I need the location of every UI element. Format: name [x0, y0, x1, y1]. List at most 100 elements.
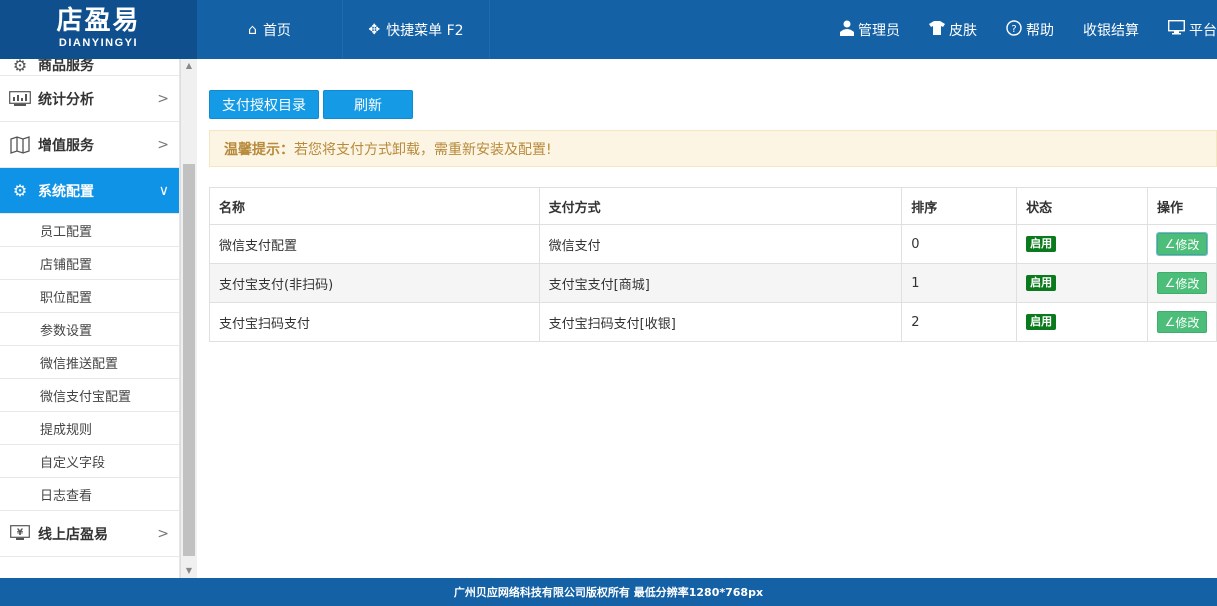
- logo[interactable]: 店盈易 DIANYINGYI: [0, 0, 197, 59]
- chevron-right-icon: >: [157, 90, 169, 107]
- nav-home-label: 首页: [262, 22, 291, 39]
- col-header-name: 名称: [209, 187, 540, 225]
- nav-checkout-label: 收银结算: [1083, 22, 1139, 39]
- sidebar-group-goods[interactable]: ⚙ 商品服务: [0, 59, 179, 76]
- col-header-method: 支付方式: [538, 187, 903, 225]
- nav-quick-menu[interactable]: ✥ 快捷菜单 F2: [343, 0, 490, 59]
- edit-button[interactable]: ∠ 修改: [1156, 311, 1207, 333]
- sidebar-item-wechat-push[interactable]: 微信推送配置: [0, 346, 179, 379]
- refresh-button[interactable]: 刷新: [323, 90, 413, 119]
- table-row: 支付宝支付(非扫码) 支付宝支付[商城] 1 启用 ∠ 修改: [209, 263, 1217, 303]
- edit-icon: ∠: [1164, 315, 1176, 329]
- tip-title: 温馨提示：: [224, 141, 294, 158]
- table-row: 支付宝扫码支付 支付宝扫码支付[收银] 2 启用 ∠ 修改: [209, 302, 1217, 342]
- tip-banner: 温馨提示： 若您将支付方式卸载，需重新安装及配置!: [209, 130, 1217, 167]
- nav-home[interactable]: ⌂ 首页: [197, 0, 343, 59]
- cell-order: 0: [901, 224, 1018, 264]
- sidebar-group-label: 线上店盈易: [38, 526, 108, 543]
- status-badge: 启用: [1026, 236, 1057, 252]
- scroll-up-icon[interactable]: ▲: [181, 59, 197, 73]
- nav-platform-label: 平台: [1189, 22, 1217, 39]
- col-header-status: 状态: [1016, 187, 1148, 225]
- shirt-icon: [929, 20, 945, 39]
- nav-admin[interactable]: 管理员: [840, 20, 900, 40]
- cell-method: 支付宝扫码支付[收银]: [538, 302, 903, 342]
- sidebar-item-custom-fields[interactable]: 自定义字段: [0, 445, 179, 478]
- sidebar-scrollbar[interactable]: ▲ ▼: [180, 59, 197, 578]
- sidebar-item-wechat-alipay[interactable]: 微信支付宝配置: [0, 379, 179, 412]
- sidebar: ⚙ 商品服务 统计分析 > 增值服务 > ⚙ 系统配置 ∨ 员工配置 店铺配置 …: [0, 59, 180, 578]
- table-header-row: 名称 支付方式 排序 状态 操作: [209, 187, 1217, 225]
- cell-method: 微信支付: [538, 224, 903, 264]
- nav-help[interactable]: ? 帮助: [1006, 19, 1054, 40]
- sidebar-group-stats[interactable]: 统计分析 >: [0, 76, 179, 122]
- sidebar-group-value-added[interactable]: 增值服务 >: [0, 122, 179, 168]
- sidebar-group-label: 商品服务: [38, 59, 94, 74]
- cell-status: 启用: [1016, 302, 1148, 342]
- nav-admin-label: 管理员: [858, 22, 900, 39]
- col-header-action: 操作: [1146, 187, 1217, 225]
- sidebar-group-label: 系统配置: [38, 183, 94, 200]
- table-row: 微信支付配置 微信支付 0 启用 ∠ 修改: [209, 224, 1217, 264]
- payment-table: 名称 支付方式 排序 状态 操作 微信支付配置 微信支付 0 启用 ∠ 修改 支付…: [209, 187, 1217, 342]
- nav-quick-menu-label: 快捷菜单 F2: [386, 22, 464, 39]
- cell-status: 启用: [1016, 263, 1148, 303]
- sidebar-item-params[interactable]: 参数设置: [0, 313, 179, 346]
- sidebar-group-system-config[interactable]: ⚙ 系统配置 ∨: [0, 168, 179, 214]
- edit-label: 修改: [1175, 237, 1200, 252]
- main-content: 支付授权目录 刷新 温馨提示： 若您将支付方式卸载，需重新安装及配置! 名称 支…: [197, 59, 1217, 578]
- right-nav: 管理员 皮肤 ? 帮助 收银结算 平台: [811, 0, 1217, 59]
- sidebar-item-store-config[interactable]: 店铺配置: [0, 247, 179, 280]
- edit-icon: ∠: [1164, 276, 1176, 290]
- top-header: 店盈易 DIANYINGYI ⌂ 首页 ✥ 快捷菜单 F2 管理员 皮肤 ? 帮…: [0, 0, 1217, 59]
- cell-status: 启用: [1016, 224, 1148, 264]
- scroll-down-icon[interactable]: ▼: [181, 564, 197, 578]
- goods-icon: ⚙: [12, 59, 28, 75]
- cell-order: 1: [901, 263, 1018, 303]
- chevron-right-icon: >: [157, 525, 169, 542]
- yen-monitor-icon: ¥: [8, 524, 32, 544]
- cell-name: 微信支付配置: [209, 224, 540, 264]
- cell-action: ∠ 修改: [1146, 263, 1217, 303]
- home-icon: ⌂: [248, 21, 257, 38]
- chevron-right-icon: >: [157, 136, 169, 153]
- monitor-icon: [1167, 19, 1186, 39]
- sidebar-group-online[interactable]: ¥ 线上店盈易 >: [0, 511, 179, 557]
- svg-text:¥: ¥: [17, 528, 24, 538]
- edit-button[interactable]: ∠ 修改: [1155, 232, 1208, 256]
- gear-icon: ⚙: [12, 181, 28, 200]
- nav-help-label: 帮助: [1026, 22, 1054, 39]
- move-icon: ✥: [368, 21, 381, 38]
- sidebar-item-commission[interactable]: 提成规则: [0, 412, 179, 445]
- cell-name: 支付宝扫码支付: [209, 302, 540, 342]
- status-badge: 启用: [1026, 314, 1057, 330]
- sidebar-item-staff-config[interactable]: 员工配置: [0, 214, 179, 247]
- footer: 广州贝应网络科技有限公司版权所有 最低分辨率1280*768px: [0, 578, 1217, 606]
- sidebar-item-position-config[interactable]: 职位配置: [0, 280, 179, 313]
- sidebar-group-label: 增值服务: [38, 137, 94, 154]
- user-icon: [840, 20, 854, 40]
- chevron-down-icon: ∨: [158, 182, 169, 199]
- cell-method: 支付宝支付[商城]: [538, 263, 903, 303]
- cell-name: 支付宝支付(非扫码): [209, 263, 540, 303]
- edit-icon: ∠: [1164, 237, 1176, 251]
- cell-action: ∠ 修改: [1146, 224, 1217, 264]
- scrollbar-thumb[interactable]: [183, 164, 195, 556]
- payment-catalog-button[interactable]: 支付授权目录: [209, 90, 319, 119]
- nav-skin[interactable]: 皮肤: [929, 20, 977, 40]
- nav-checkout[interactable]: 收银结算: [1083, 20, 1139, 40]
- tip-text: 若您将支付方式卸载，需重新安装及配置!: [294, 141, 552, 158]
- svg-text:?: ?: [1011, 24, 1016, 35]
- nav-platform[interactable]: 平台: [1167, 19, 1217, 40]
- edit-button[interactable]: ∠ 修改: [1156, 272, 1207, 294]
- help-icon: ?: [1006, 19, 1022, 40]
- chart-icon: [8, 89, 32, 109]
- toolbar: 支付授权目录 刷新: [209, 90, 417, 119]
- nav-skin-label: 皮肤: [949, 22, 977, 39]
- logo-main-text: 店盈易: [56, 6, 141, 36]
- sidebar-group-label: 统计分析: [38, 91, 94, 108]
- edit-label: 修改: [1175, 276, 1200, 291]
- map-icon: [8, 135, 32, 155]
- col-header-order: 排序: [901, 187, 1018, 225]
- sidebar-item-logs[interactable]: 日志查看: [0, 478, 179, 511]
